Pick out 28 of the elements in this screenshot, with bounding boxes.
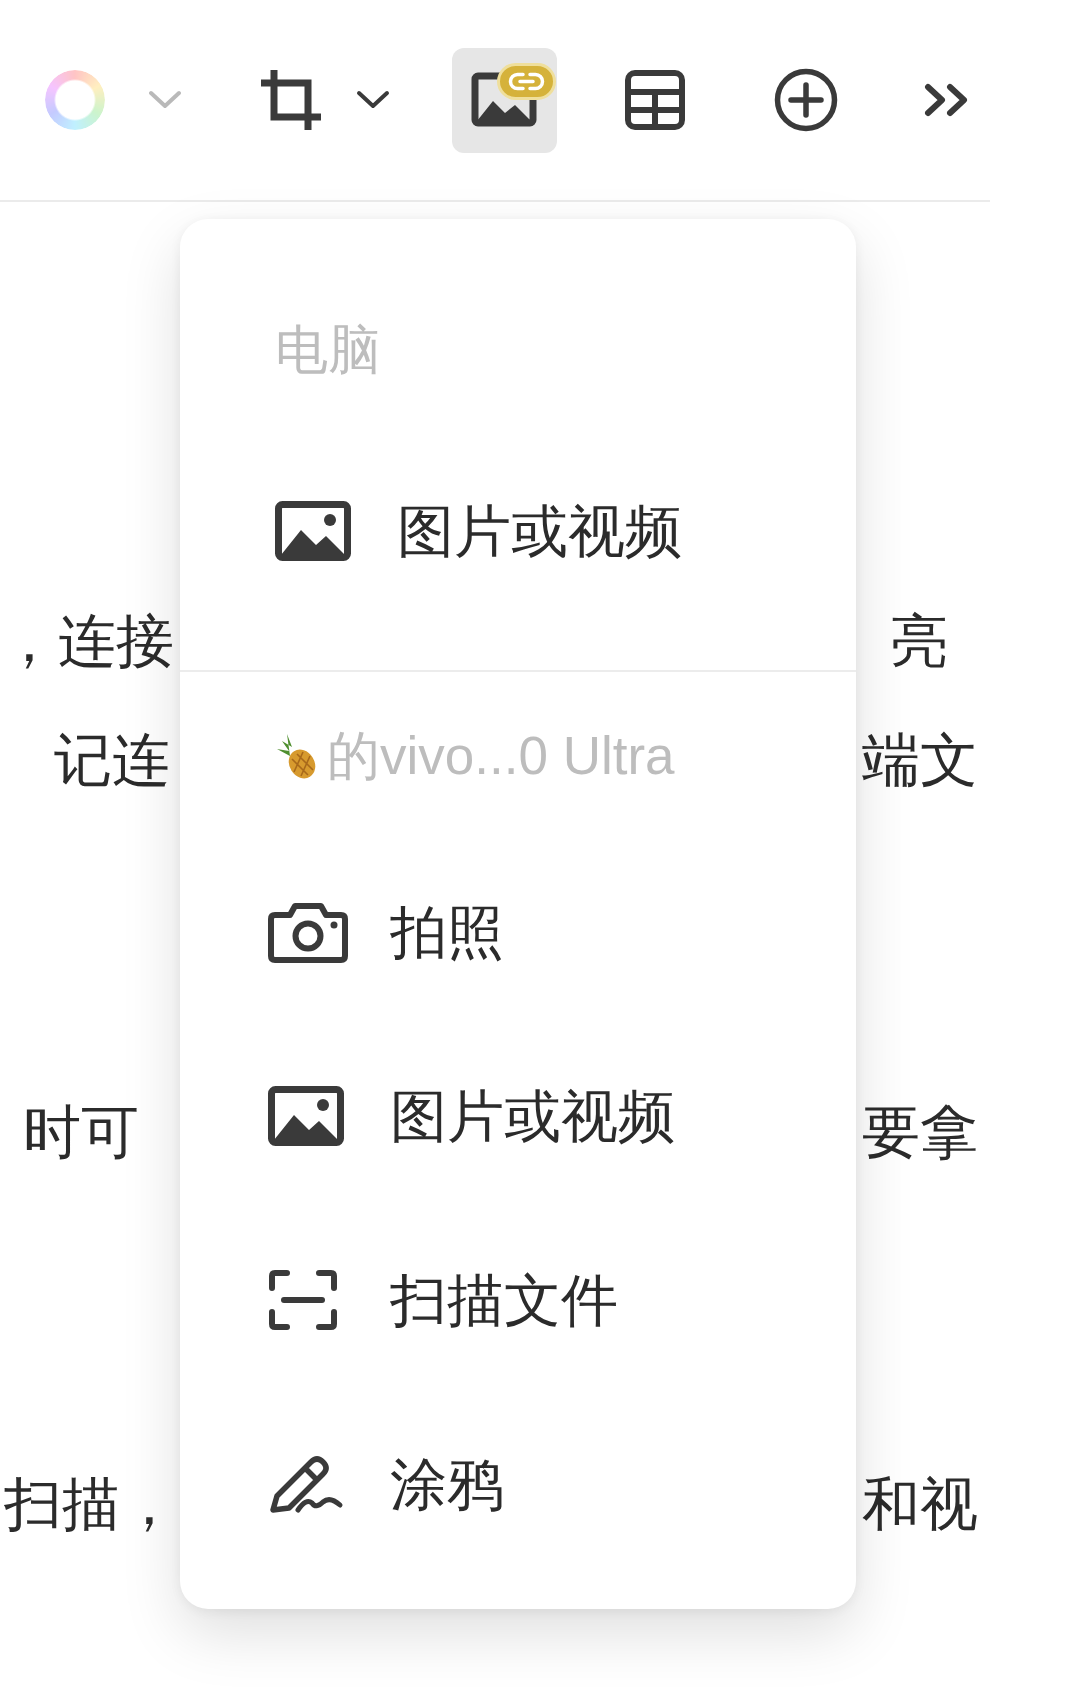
menu-item[interactable]: 图片或视频 bbox=[180, 1051, 856, 1181]
body-text: 和视 bbox=[862, 1470, 978, 1538]
crop-button[interactable] bbox=[258, 67, 390, 133]
image-icon bbox=[268, 1086, 344, 1146]
body-text: 亮 bbox=[890, 607, 948, 675]
section-header: 电脑 bbox=[275, 319, 381, 382]
insert-image-button[interactable] bbox=[452, 47, 557, 153]
section-header: 的vivo...0 Ultra bbox=[327, 725, 675, 788]
body-text: 端文 bbox=[862, 726, 978, 794]
menu-item[interactable]: 涂鸦 bbox=[180, 1419, 856, 1549]
body-text: 时可 bbox=[23, 1098, 139, 1166]
body-text: ，连接 bbox=[0, 607, 174, 675]
menu-item[interactable]: 图片或视频 bbox=[180, 466, 856, 596]
menu-item[interactable]: 扫描文件 bbox=[180, 1235, 856, 1365]
crop-icon bbox=[258, 67, 324, 133]
image-link-icon bbox=[471, 62, 557, 127]
table-icon bbox=[625, 70, 685, 130]
camera-icon bbox=[268, 901, 348, 963]
table-button[interactable] bbox=[625, 70, 685, 130]
scan-icon bbox=[268, 1269, 338, 1331]
pencil-scribble-icon bbox=[268, 1453, 344, 1515]
menu-item[interactable]: 拍照 bbox=[180, 867, 856, 997]
body-text: 扫描， bbox=[4, 1470, 178, 1538]
body-text: 要拿 bbox=[862, 1098, 978, 1166]
plus-circle-icon bbox=[774, 68, 838, 132]
body-text: 记连 bbox=[54, 726, 170, 794]
add-button[interactable] bbox=[774, 68, 838, 132]
image-icon bbox=[275, 501, 351, 561]
